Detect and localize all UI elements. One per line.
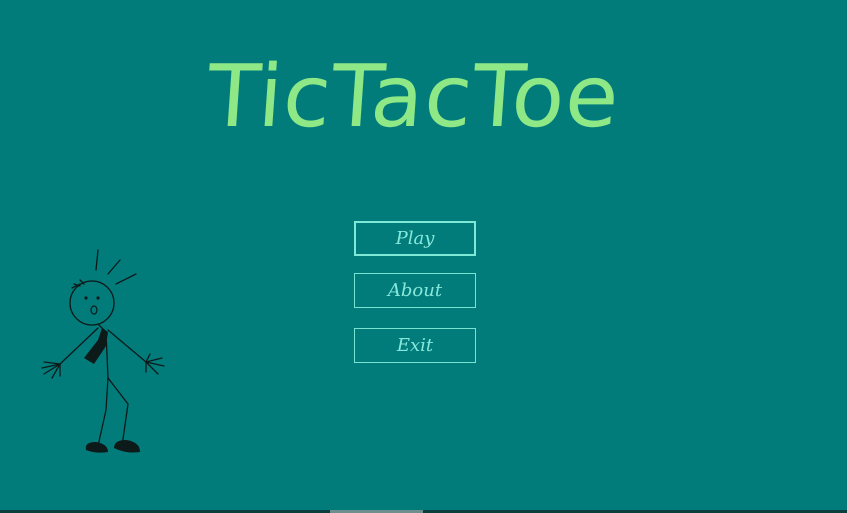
game-title: TicTacToe — [204, 47, 623, 147]
exit-button[interactable]: Exit — [354, 328, 476, 363]
play-button[interactable]: Play — [354, 221, 476, 256]
stickman-icon — [41, 249, 165, 453]
app-window: TicTacToe Play About Exit — [0, 0, 847, 513]
about-button[interactable]: About — [354, 273, 476, 308]
